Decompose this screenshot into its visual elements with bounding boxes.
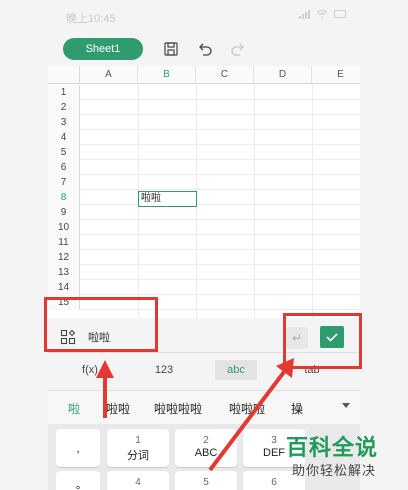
keyboard-mode-row: f(x) 123 abc tab — [48, 352, 360, 386]
key-1[interactable]: 1 分词 — [107, 429, 169, 467]
row-header[interactable]: 5 — [48, 145, 80, 160]
row-header[interactable]: 13 — [48, 265, 80, 280]
candidate-item[interactable]: 啦 — [68, 400, 80, 417]
key-number: 2 — [203, 435, 209, 446]
column-header-a[interactable]: A — [80, 66, 138, 84]
row-header[interactable]: 4 — [48, 130, 80, 145]
grid-line — [80, 309, 360, 310]
row-header[interactable]: 12 — [48, 250, 80, 265]
grid-line — [80, 204, 360, 205]
key-5[interactable]: 5 — [175, 471, 237, 490]
grid-line — [80, 114, 360, 115]
confirm-button[interactable] — [320, 326, 344, 348]
undo-icon[interactable] — [196, 40, 214, 58]
watermark-title: 百科全说 — [286, 435, 379, 460]
status-time: 晚上10:45 — [66, 13, 116, 25]
grid-line — [312, 84, 313, 318]
watermark-subtitle: 助你轻松解决 — [292, 463, 377, 478]
key-2[interactable]: 2 ABC — [175, 429, 237, 467]
enter-button[interactable]: ↵ — [286, 327, 308, 349]
row-header[interactable]: 10 — [48, 220, 80, 235]
chevron-down-icon[interactable] — [342, 403, 350, 408]
row-header[interactable]: 3 — [48, 115, 80, 130]
numeric-mode-key[interactable]: 123 — [144, 360, 184, 380]
formula-bar: 啦啦 ↵ — [48, 322, 360, 352]
row-header[interactable]: 2 — [48, 100, 80, 115]
grid-corner[interactable] — [48, 66, 80, 84]
key-label: 分词 — [127, 450, 149, 462]
candidate-item[interactable]: 啦啦啦 — [229, 400, 265, 417]
save-icon[interactable] — [162, 40, 180, 58]
candidate-item[interactable]: 啦啦 — [106, 400, 130, 417]
key-4[interactable]: 4 — [107, 471, 169, 490]
grid-line — [80, 234, 360, 235]
punctuation-key[interactable]: ° — [56, 471, 100, 490]
row-header[interactable]: 11 — [48, 235, 80, 250]
ime-candidate-bar: 啦 啦啦 啦啦啦啦 啦啦啦 操 — [48, 390, 360, 424]
signal-icon — [299, 9, 310, 19]
check-icon — [326, 333, 338, 342]
key-label: ABC — [194, 447, 218, 459]
row-header[interactable]: 1 — [48, 85, 80, 100]
abc-mode-key[interactable]: abc — [215, 360, 257, 380]
watermark: 百科全说 助你轻松解决 — [278, 426, 404, 486]
grid-line — [80, 159, 360, 160]
sheet-tab[interactable]: Sheet1 — [63, 38, 143, 60]
row-header[interactable]: 9 — [48, 205, 80, 220]
spreadsheet-grid[interactable]: A B C D E 1 2 3 4 5 6 7 8 9 10 11 12 13 … — [48, 66, 360, 318]
grid-line — [80, 174, 360, 175]
column-header-c[interactable]: C — [196, 66, 254, 84]
row-header[interactable]: 15 — [48, 295, 80, 310]
grid-line — [80, 189, 360, 190]
key-number: 1 — [135, 435, 141, 446]
wifi-icon — [316, 9, 328, 19]
row-header[interactable]: 14 — [48, 280, 80, 295]
column-header-b[interactable]: B — [138, 66, 196, 84]
row-header-active[interactable]: 8 — [48, 190, 80, 205]
grid-line — [80, 129, 360, 130]
shapes-icon[interactable] — [60, 329, 76, 345]
candidate-item[interactable]: 操 — [291, 400, 303, 417]
active-cell-b8[interactable]: 啦啦 — [138, 191, 197, 207]
column-header-d[interactable]: D — [254, 66, 312, 84]
key-number: 5 — [203, 477, 209, 488]
fx-mode-key[interactable]: f(x) — [70, 360, 110, 380]
key-number: 4 — [135, 477, 141, 488]
row-header[interactable]: 7 — [48, 175, 80, 190]
formula-input[interactable]: 啦啦 — [83, 327, 273, 349]
grid-line — [80, 294, 360, 295]
tab-mode-key[interactable]: tab — [292, 360, 332, 380]
grid-line — [80, 99, 360, 100]
grid-line — [80, 144, 360, 145]
status-bar: 晚上10:45 — [48, 0, 360, 34]
sheet-toolbar: Sheet1 — [48, 34, 360, 64]
punctuation-key[interactable]: , — [56, 429, 100, 467]
grid-line — [80, 279, 360, 280]
battery-icon — [334, 10, 346, 18]
grid-line — [80, 249, 360, 250]
column-header-e[interactable]: E — [312, 66, 360, 84]
redo-icon[interactable] — [229, 40, 247, 58]
status-icons — [299, 9, 346, 19]
phone-screen: 晚上10:45 Sheet1 A B C D E 1 2 3 4 5 6 7 8… — [0, 0, 408, 490]
row-header[interactable]: 6 — [48, 160, 80, 175]
grid-line — [80, 219, 360, 220]
candidate-item[interactable]: 啦啦啦啦 — [154, 400, 202, 417]
grid-line — [254, 84, 255, 318]
grid-line — [80, 264, 360, 265]
